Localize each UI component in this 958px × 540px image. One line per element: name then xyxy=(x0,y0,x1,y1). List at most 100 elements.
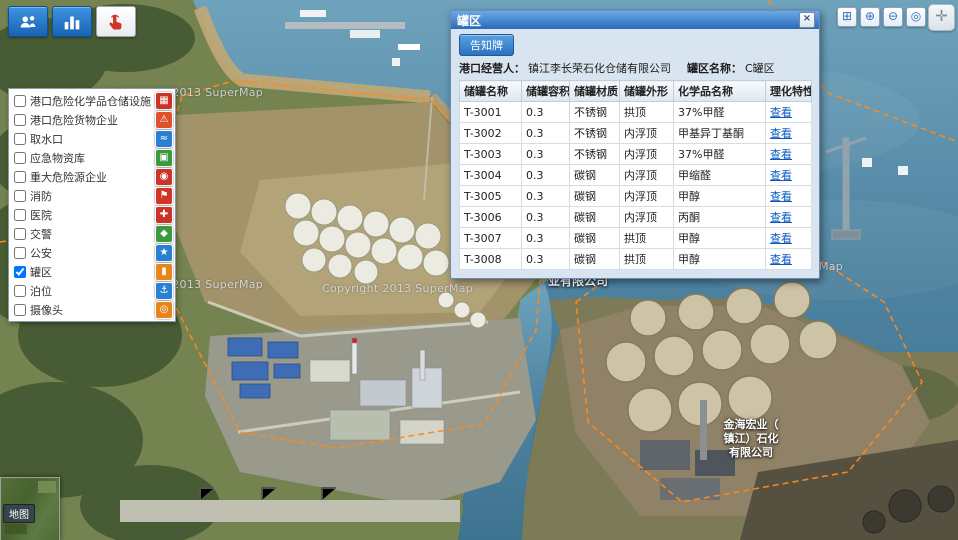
shape-cell: 拱顶 xyxy=(620,102,674,123)
berth-icon: ⚓ xyxy=(155,282,173,300)
tank-name-cell: T-3006 xyxy=(460,207,522,228)
layer-row-major-hazard[interactable]: 重大危险源企业 ◉ xyxy=(11,167,173,186)
notice-board-button[interactable]: 告知牌 xyxy=(459,34,514,56)
camera-icon: ◎ xyxy=(155,301,173,319)
shape-cell: 内浮顶 xyxy=(620,207,674,228)
dangerous-goods-icon: ⚠ xyxy=(155,111,173,129)
capacity-cell: 0.3 xyxy=(522,123,570,144)
layer-row-fire[interactable]: 消防 ⚑ xyxy=(11,186,173,205)
pan-compass-icon[interactable]: ✛ xyxy=(928,4,955,31)
hospital-icon: ✚ xyxy=(155,206,173,224)
split-view-icon[interactable]: ⊞ xyxy=(837,7,857,27)
layer-item-label: 重大危险源企业 xyxy=(30,169,151,185)
layer-checkbox-water-intake[interactable] xyxy=(14,133,26,145)
layer-row-port-chemical-storage[interactable]: 港口危险化学品仓储设施 ▦ xyxy=(11,91,173,110)
capacity-cell: 0.3 xyxy=(522,144,570,165)
chemical-cell: 甲缩醛 xyxy=(674,165,766,186)
layer-checkbox-berth[interactable] xyxy=(14,285,26,297)
layer-checkbox-emergency-supplies[interactable] xyxy=(14,152,26,164)
touch-gesture-icon xyxy=(104,11,128,33)
operator-value: 镇江李长荣石化仓储有限公司 xyxy=(528,60,671,76)
capacity-cell: 0.3 xyxy=(522,102,570,123)
tank-table: 储罐名称 储罐容积 储罐材质 储罐外形 化学品名称 理化特性 T-3001 0.… xyxy=(459,80,812,270)
view-link[interactable]: 查看 xyxy=(770,127,792,140)
tank-name-cell: T-3003 xyxy=(460,144,522,165)
layer-panel: 港口危险化学品仓储设施 ▦ 港口危险货物企业 ⚠ 取水口 ≈ 应急物资库 ▣ 重… xyxy=(8,88,176,322)
touch-mode-button[interactable] xyxy=(96,6,136,37)
layer-row-traffic-police[interactable]: 交警 ◆ xyxy=(11,224,173,243)
bar-chart-button[interactable] xyxy=(52,6,92,37)
minimap-terrain-patch xyxy=(38,481,56,493)
chemical-cell: 37%甲醛 xyxy=(674,144,766,165)
table-row: T-3007 0.3 碳钢 拱顶 甲醇 查看 xyxy=(460,228,812,249)
bar-chart-icon xyxy=(60,11,84,33)
fire-station-icon: ⚑ xyxy=(155,187,173,205)
main-toolbar xyxy=(8,6,136,37)
layer-checkbox-public-security[interactable] xyxy=(14,247,26,259)
layer-row-berth[interactable]: 泊位 ⚓ xyxy=(11,281,173,300)
tank-area-name-value: C罐区 xyxy=(745,60,775,76)
layer-row-tank-area[interactable]: 罐区 ▮ xyxy=(11,262,173,281)
population-users-button[interactable] xyxy=(8,6,48,37)
view-link[interactable]: 查看 xyxy=(770,169,792,182)
minimap-toggle-tab[interactable]: 地图 xyxy=(3,504,35,523)
public-security-icon: ★ xyxy=(155,244,173,262)
globe-icon[interactable]: ◎ xyxy=(906,7,926,27)
view-link[interactable]: 查看 xyxy=(770,232,792,245)
table-row: T-3008 0.3 碳钢 拱顶 甲醇 查看 xyxy=(460,249,812,270)
shape-cell: 内浮顶 xyxy=(620,165,674,186)
table-row: T-3002 0.3 不锈钢 内浮顶 甲基异丁基酮 查看 xyxy=(460,123,812,144)
shape-cell: 内浮顶 xyxy=(620,186,674,207)
table-row: T-3004 0.3 碳钢 内浮顶 甲缩醛 查看 xyxy=(460,165,812,186)
popup-titlebar[interactable]: 罐区 × xyxy=(451,11,819,29)
view-link[interactable]: 查看 xyxy=(770,211,792,224)
material-cell: 碳钢 xyxy=(570,165,620,186)
layer-item-label: 泊位 xyxy=(30,283,151,299)
view-link[interactable]: 查看 xyxy=(770,148,792,161)
zoom-out-icon[interactable]: ⊖ xyxy=(883,7,903,27)
emergency-supplies-icon: ▣ xyxy=(155,149,173,167)
tank-area-icon: ▮ xyxy=(155,263,173,281)
table-row: T-3001 0.3 不锈钢 拱顶 37%甲醛 查看 xyxy=(460,102,812,123)
material-cell: 不锈钢 xyxy=(570,144,620,165)
tank-name-cell: T-3008 xyxy=(460,249,522,270)
tank-name-cell: T-3007 xyxy=(460,228,522,249)
layer-checkbox-camera[interactable] xyxy=(14,304,26,316)
layer-checkbox-major-hazard[interactable] xyxy=(14,171,26,183)
zoom-in-icon[interactable]: ⊕ xyxy=(860,7,880,27)
layer-row-emergency-supplies[interactable]: 应急物资库 ▣ xyxy=(11,148,173,167)
major-hazard-icon: ◉ xyxy=(155,168,173,186)
capacity-cell: 0.3 xyxy=(522,228,570,249)
capacity-cell: 0.3 xyxy=(522,249,570,270)
layer-checkbox-fire[interactable] xyxy=(14,190,26,202)
layer-checkbox-dangerous-goods[interactable] xyxy=(14,114,26,126)
layer-row-water-intake[interactable]: 取水口 ≈ xyxy=(11,129,173,148)
layer-row-public-security[interactable]: 公安 ★ xyxy=(11,243,173,262)
overview-minimap[interactable]: 地图 xyxy=(0,477,60,540)
col-chemical-name: 化学品名称 xyxy=(674,81,766,102)
layer-item-label: 取水口 xyxy=(30,131,151,147)
material-cell: 碳钢 xyxy=(570,228,620,249)
material-cell: 碳钢 xyxy=(570,207,620,228)
layer-checkbox-tank-area[interactable] xyxy=(14,266,26,278)
company-label-jinhai: 金海宏业（ 镇江）石化 有限公司 xyxy=(704,418,798,459)
capacity-cell: 0.3 xyxy=(522,165,570,186)
chemical-warehouse-icon: ▦ xyxy=(155,92,173,110)
layer-item-label: 交警 xyxy=(30,226,151,242)
table-header-row: 储罐名称 储罐容积 储罐材质 储罐外形 化学品名称 理化特性 xyxy=(460,81,812,102)
layer-checkbox-traffic-police[interactable] xyxy=(14,228,26,240)
chemical-cell: 甲基异丁基酮 xyxy=(674,123,766,144)
layer-item-label: 公安 xyxy=(30,245,151,261)
layer-row-camera[interactable]: 摄像头 ◎ xyxy=(11,300,173,319)
close-icon[interactable]: × xyxy=(799,12,815,28)
col-tank-capacity: 储罐容积 xyxy=(522,81,570,102)
view-link[interactable]: 查看 xyxy=(770,106,792,119)
view-link[interactable]: 查看 xyxy=(770,253,792,266)
water-intake-icon: ≈ xyxy=(155,130,173,148)
view-link[interactable]: 查看 xyxy=(770,190,792,203)
layer-row-hospital[interactable]: 医院 ✚ xyxy=(11,205,173,224)
layer-row-dangerous-goods[interactable]: 港口危险货物企业 ⚠ xyxy=(11,110,173,129)
shape-cell: 内浮顶 xyxy=(620,123,674,144)
layer-checkbox-port-chemical-storage[interactable] xyxy=(14,95,26,107)
layer-checkbox-hospital[interactable] xyxy=(14,209,26,221)
